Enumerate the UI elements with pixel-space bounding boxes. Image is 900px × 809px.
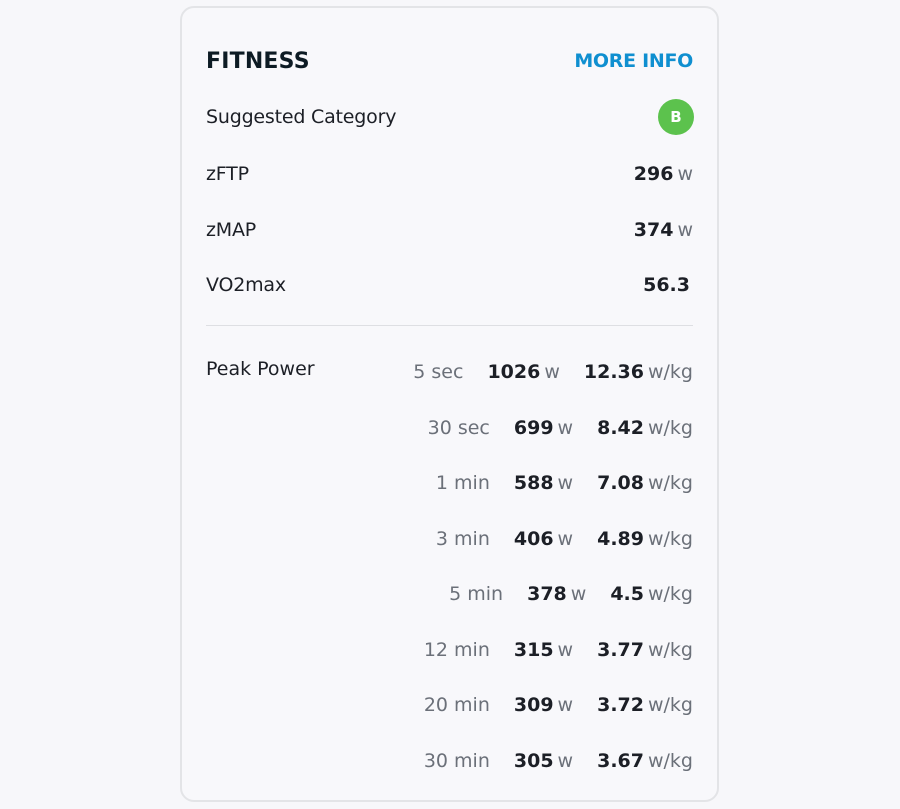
wkg-value: 4.5 (610, 583, 644, 605)
metric-value-group: 374 w (634, 219, 693, 241)
watts-value: 309 (513, 694, 554, 716)
wkg-unit: w/kg (647, 528, 693, 550)
metric-unit: w (677, 163, 693, 185)
wkg-group: 3.72 w/kg (597, 694, 693, 716)
divider (206, 325, 693, 326)
watts-group: 315 w (514, 639, 573, 661)
card-header: FITNESS MORE INFO (206, 46, 693, 76)
wkg-value: 4.89 (597, 528, 644, 550)
wkg-unit: w/kg (647, 750, 693, 772)
zmap-row: zMAP 374 w (206, 215, 693, 245)
watts-value: 699 (513, 417, 554, 439)
duration-label: 5 sec (413, 361, 464, 383)
metric-value: 56.3 (643, 274, 690, 296)
metric-unit: w (677, 219, 693, 241)
watts-unit: w (557, 417, 574, 439)
peak-power-row: 1 min 588 w 7.08 w/kg (436, 468, 693, 498)
wkg-unit: w/kg (647, 472, 693, 494)
duration-label: 1 min (435, 472, 490, 494)
wkg-unit: w/kg (647, 583, 693, 605)
wkg-value: 3.72 (597, 694, 644, 716)
category-badge: B (658, 99, 694, 135)
duration-label: 30 min (423, 750, 490, 772)
watts-group: 1026 w (487, 361, 559, 383)
watts-value: 588 (513, 472, 554, 494)
peak-power-row: 5 sec 1026 w 12.36 w/kg (413, 357, 693, 387)
watts-unit: w (557, 528, 574, 550)
duration-label: 12 min (423, 639, 490, 661)
watts-group: 699 w (514, 417, 573, 439)
metric-label: zFTP (206, 163, 249, 185)
fitness-card: FITNESS MORE INFO Suggested Category B z… (180, 6, 719, 802)
watts-group: 305 w (514, 750, 573, 772)
metric-value: 296 (633, 163, 674, 185)
card-title: FITNESS (206, 48, 310, 74)
wkg-unit: w/kg (647, 417, 693, 439)
peak-power-row: 3 min 406 w 4.89 w/kg (436, 524, 693, 554)
wkg-group: 4.89 w/kg (597, 528, 693, 550)
wkg-group: 3.77 w/kg (597, 639, 693, 661)
wkg-group: 4.5 w/kg (610, 583, 693, 605)
wkg-value: 3.77 (597, 639, 644, 661)
zftp-row: zFTP 296 w (206, 159, 693, 189)
watts-unit: w (557, 750, 574, 772)
wkg-group: 7.08 w/kg (597, 472, 693, 494)
duration-label: 5 min (449, 583, 504, 605)
duration-label: 20 min (423, 694, 490, 716)
peak-power-label: Peak Power (206, 358, 315, 380)
peak-power-row: 20 min 309 w 3.72 w/kg (424, 690, 693, 720)
watts-value: 1026 (487, 361, 541, 383)
peak-power-row: 30 min 305 w 3.67 w/kg (424, 746, 693, 776)
metric-label: zMAP (206, 219, 257, 241)
metric-label: Suggested Category (206, 106, 397, 128)
wkg-unit: w/kg (647, 639, 693, 661)
wkg-group: 8.42 w/kg (597, 417, 693, 439)
wkg-value: 3.67 (597, 750, 644, 772)
watts-unit: w (557, 694, 574, 716)
watts-value: 305 (513, 750, 554, 772)
watts-value: 406 (513, 528, 554, 550)
watts-unit: w (557, 639, 574, 661)
wkg-value: 7.08 (597, 472, 644, 494)
more-info-link[interactable]: MORE INFO (574, 50, 693, 72)
wkg-group: 3.67 w/kg (597, 750, 693, 772)
watts-group: 588 w (514, 472, 573, 494)
peak-power-row: 30 sec 699 w 8.42 w/kg (428, 413, 693, 443)
watts-unit: w (544, 361, 560, 383)
watts-value: 315 (513, 639, 554, 661)
duration-label: 3 min (435, 528, 490, 550)
metric-value: 374 (633, 219, 674, 241)
watts-unit: w (557, 472, 574, 494)
wkg-value: 8.42 (597, 417, 644, 439)
wkg-unit: w/kg (647, 694, 693, 716)
metric-label: VO2max (206, 274, 286, 296)
duration-label: 30 sec (427, 417, 490, 439)
peak-power-row: 12 min 315 w 3.77 w/kg (424, 635, 693, 665)
watts-value: 378 (527, 583, 567, 605)
metric-value-group: 296 w (634, 163, 693, 185)
wkg-unit: w/kg (647, 361, 693, 383)
watts-unit: w (570, 583, 587, 605)
watts-group: 309 w (514, 694, 573, 716)
wkg-group: 12.36 w/kg (584, 361, 693, 383)
watts-group: 378 w (527, 583, 586, 605)
vo2max-row: VO2max 56.3 (206, 270, 693, 300)
peak-power-row: 5 min 378 w 4.5 w/kg (449, 579, 693, 609)
watts-group: 406 w (514, 528, 573, 550)
suggested-category-row: Suggested Category B (206, 99, 694, 135)
wkg-value: 12.36 (583, 361, 644, 383)
